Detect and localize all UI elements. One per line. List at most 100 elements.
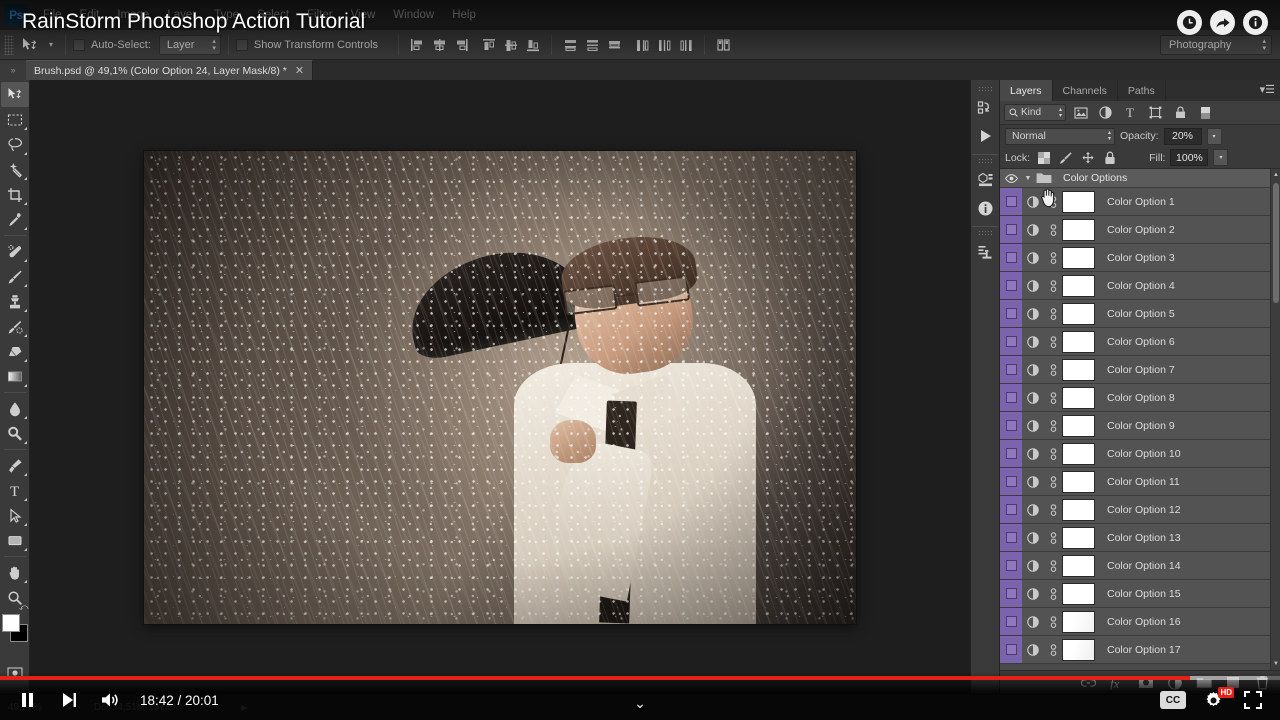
layer-mask-thumbnail[interactable] [1062,611,1095,633]
info-icon[interactable] [1243,10,1268,35]
link-icon[interactable] [1044,643,1062,657]
align-vertical-centers-button[interactable] [500,34,522,56]
tool-hand[interactable] [1,560,29,585]
layer-row[interactable]: Color Option 10 [1000,440,1270,468]
dock-gripper-2[interactable] [978,158,992,164]
document-tab[interactable]: Brush.psd @ 49,1% (Color Option 24, Laye… [26,60,313,80]
layer-visibility-toggle[interactable] [1000,440,1022,467]
layer-row[interactable]: Color Option 6 [1000,328,1270,356]
settings-button[interactable]: HD [1194,681,1232,719]
link-icon[interactable] [1044,419,1062,433]
layer-mask-thumbnail[interactable] [1062,499,1095,521]
tool-clone-stamp[interactable] [1,289,29,314]
link-icon[interactable] [1044,307,1062,321]
layer-row[interactable]: Color Option 12 [1000,496,1270,524]
link-icon[interactable] [1044,475,1062,489]
options-bar-gripper[interactable] [4,35,14,55]
filter-smart-object-icon[interactable] [1170,103,1191,122]
info-panel-icon[interactable] [972,195,998,221]
swap-colors-icon[interactable]: ⤺ [19,602,29,613]
link-icon[interactable] [1044,363,1062,377]
align-left-edges-button[interactable] [406,34,428,56]
layer-visibility-toggle[interactable] [1000,636,1022,663]
tool-magic-wand[interactable] [1,157,29,182]
group-disclosure-triangle-icon[interactable]: ▼ [1022,175,1034,182]
tool-brush[interactable] [1,264,29,289]
tab-channels[interactable]: Channels [1053,80,1118,101]
link-icon[interactable] [1044,223,1062,237]
tool-spot-healing-brush[interactable] [1,239,29,264]
dock-gripper[interactable] [978,86,992,92]
layer-row[interactable]: Color Option 4 [1000,272,1270,300]
layer-visibility-toggle[interactable] [1000,608,1022,635]
align-bottom-edges-button[interactable] [522,34,544,56]
layer-mask-thumbnail[interactable] [1062,219,1095,241]
actions-panel-icon[interactable] [972,123,998,149]
layer-row[interactable]: Color Option 15 [1000,580,1270,608]
pause-button[interactable] [8,681,46,719]
link-icon[interactable] [1044,391,1062,405]
layer-mask-thumbnail[interactable] [1062,303,1095,325]
layer-mask-thumbnail[interactable] [1062,583,1095,605]
layer-visibility-toggle[interactable] [1000,328,1022,355]
group-visibility-toggle[interactable] [1000,169,1022,187]
scrollbar-thumb[interactable] [1273,183,1279,303]
tool-gradient[interactable] [1,364,29,389]
adjustments-panel-icon[interactable] [972,239,998,265]
layer-list[interactable]: ▼ Color Options Color Option 1 Color Opti… [1000,169,1280,670]
filter-shape-icon[interactable] [1145,103,1166,122]
tool-preset-caret-icon[interactable]: ▾ [44,40,58,49]
tool-eraser[interactable] [1,339,29,364]
opacity-value[interactable]: 20% [1164,128,1202,145]
link-icon[interactable] [1044,447,1062,461]
layer-visibility-toggle[interactable] [1000,552,1022,579]
tool-blur[interactable] [1,396,29,421]
foreground-color-swatch[interactable] [2,614,20,632]
layer-row[interactable]: Color Option 3 [1000,244,1270,272]
lock-image-pixels-icon[interactable] [1057,149,1074,166]
history-panel-icon[interactable] [972,95,998,121]
align-top-edges-button[interactable] [478,34,500,56]
panel-menu-icon[interactable]: ▾☰ [1260,83,1275,96]
layer-mask-thumbnail[interactable] [1062,331,1095,353]
layer-visibility-toggle[interactable] [1000,524,1022,551]
filter-toggle-icon[interactable] [1195,103,1216,122]
layer-visibility-toggle[interactable] [1000,244,1022,271]
link-icon[interactable] [1044,587,1062,601]
next-video-button[interactable] [50,681,88,719]
tab-layers[interactable]: Layers [1000,80,1053,101]
layer-visibility-toggle[interactable] [1000,216,1022,243]
layer-row[interactable]: Color Option 11 [1000,468,1270,496]
layer-visibility-toggle[interactable] [1000,580,1022,607]
link-icon[interactable] [1044,195,1062,209]
filter-pixel-icon[interactable] [1070,103,1091,122]
tool-move[interactable] [1,82,29,107]
layer-mask-thumbnail[interactable] [1062,191,1095,213]
layer-group-row[interactable]: ▼ Color Options [1000,169,1270,188]
captions-button[interactable]: CC [1154,681,1192,719]
auto-select-target-dropdown[interactable]: Layer ▴▾ [159,35,221,55]
layer-row[interactable]: Color Option 13 [1000,524,1270,552]
tool-type[interactable]: T [1,478,29,503]
layer-row[interactable]: Color Option 9 [1000,412,1270,440]
layer-visibility-toggle[interactable] [1000,468,1022,495]
workspace-selector[interactable]: Photography ▴▾ [1160,35,1272,55]
layer-visibility-toggle[interactable] [1000,412,1022,439]
layer-mask-thumbnail[interactable] [1062,387,1095,409]
scroll-up-arrow-icon[interactable]: ▲ [1271,169,1280,181]
tool-dodge[interactable] [1,421,29,446]
close-icon[interactable]: ✕ [295,64,304,77]
layer-row[interactable]: Color Option 1 [1000,188,1270,216]
tab-paths[interactable]: Paths [1118,80,1166,101]
blend-mode-dropdown[interactable]: Normal ▴▾ [1005,128,1115,145]
layer-mask-thumbnail[interactable] [1062,415,1095,437]
menu-help[interactable]: Help [443,0,485,30]
expand-panels-icon[interactable]: » [0,60,26,80]
layer-mask-thumbnail[interactable] [1062,359,1095,381]
tool-rectangular-marquee[interactable] [1,107,29,132]
layer-row[interactable]: Color Option 7 [1000,356,1270,384]
layer-row[interactable]: Color Option 8 [1000,384,1270,412]
canvas-area[interactable] [30,80,970,694]
layer-row[interactable]: Color Option 16 [1000,608,1270,636]
tool-rectangle[interactable] [1,528,29,553]
